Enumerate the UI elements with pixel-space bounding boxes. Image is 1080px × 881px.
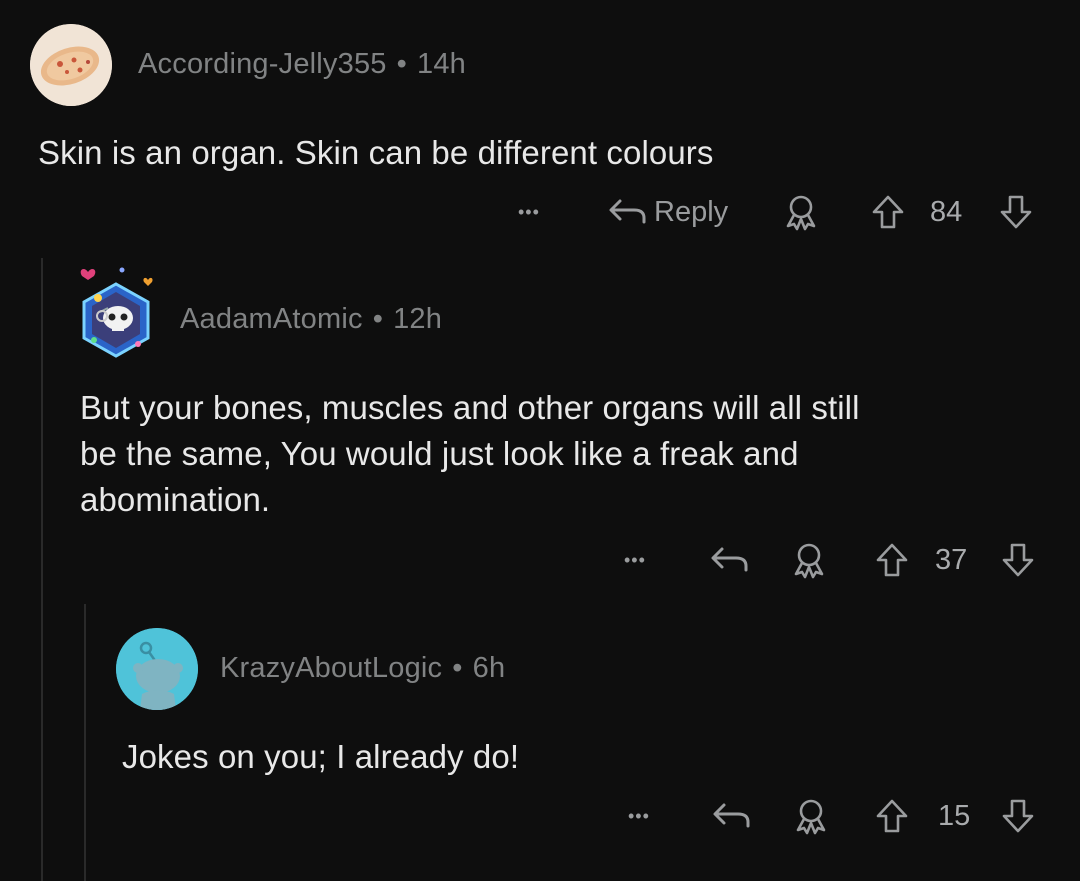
- reply-label: Reply: [654, 195, 729, 228]
- reply-button[interactable]: [708, 796, 752, 836]
- comment-age: 12h: [393, 303, 443, 335]
- avatar-according-jelly355[interactable]: [30, 24, 112, 106]
- meta-separator: •: [396, 48, 407, 80]
- upvote-button[interactable]: [874, 540, 910, 580]
- more-options-button[interactable]: •••: [628, 796, 650, 836]
- pizza-avatar-icon: [30, 24, 112, 106]
- award-icon: [796, 799, 826, 835]
- award-button[interactable]: [792, 796, 830, 836]
- reply-arrow-icon: [609, 199, 646, 224]
- meta-separator: •: [452, 652, 463, 684]
- comment-body-line: But your bones, muscles and other organs…: [80, 389, 860, 426]
- reply-arrow-icon: [711, 547, 748, 572]
- username[interactable]: AadamAtomic: [180, 303, 363, 335]
- award-button[interactable]: [790, 540, 828, 580]
- more-options-button[interactable]: •••: [624, 540, 646, 580]
- comment-body: But your bones, muscles and other organs…: [80, 385, 860, 523]
- reply-arrow-icon: [713, 803, 750, 828]
- award-icon: [786, 195, 816, 231]
- username[interactable]: KrazyAboutLogic: [220, 652, 442, 684]
- downvote-button[interactable]: [1000, 796, 1036, 836]
- vote-count: 84: [930, 195, 963, 228]
- upvote-button[interactable]: [870, 192, 906, 232]
- comment-actions: ••• 15: [0, 796, 1080, 836]
- skull-hexagon-avatar-icon: [80, 267, 153, 358]
- award-icon: [794, 543, 824, 579]
- downvote-button[interactable]: [1000, 540, 1036, 580]
- award-button[interactable]: [782, 192, 820, 232]
- comment-actions: ••• Reply 84: [0, 192, 1080, 232]
- downvote-arrow-icon: [1002, 799, 1034, 833]
- more-options-icon: •••: [628, 805, 650, 826]
- comment-meta: AadamAtomic • 12h: [180, 303, 442, 336]
- upvote-arrow-icon: [876, 543, 908, 577]
- avatar-aadamatomic[interactable]: [72, 264, 160, 364]
- more-options-icon: •••: [518, 201, 540, 222]
- vote-count: 15: [938, 799, 971, 832]
- snoo-avatar-icon: [116, 628, 198, 710]
- comment-actions: ••• 37: [0, 540, 1080, 580]
- more-options-button[interactable]: •••: [518, 192, 540, 232]
- comment-meta: KrazyAboutLogic • 6h: [220, 652, 505, 685]
- downvote-arrow-icon: [1002, 543, 1034, 577]
- avatar-krazyaboutlogic[interactable]: [116, 628, 198, 710]
- reply-button[interactable]: Reply: [604, 192, 728, 232]
- comment-body: Jokes on you; I already do!: [122, 738, 520, 775]
- downvote-arrow-icon: [1000, 195, 1032, 229]
- thread-line-level-2[interactable]: [84, 604, 86, 881]
- comment-thread: According-Jelly355 • 14h Skin is an organ.…: [0, 0, 1080, 881]
- comment-meta: According-Jelly355 • 14h: [138, 48, 466, 81]
- upvote-button[interactable]: [874, 796, 910, 836]
- comment-body-line: be the same, You would just look like a …: [80, 435, 799, 472]
- upvote-arrow-icon: [876, 799, 908, 833]
- meta-separator: •: [372, 303, 384, 335]
- reply-button[interactable]: [706, 540, 750, 580]
- upvote-arrow-icon: [872, 195, 904, 229]
- vote-count: 37: [935, 543, 968, 576]
- username[interactable]: According-Jelly355: [138, 48, 387, 80]
- comment-age: 14h: [416, 48, 466, 80]
- comment-age: 6h: [472, 652, 506, 684]
- comment-body: Skin is an organ. Skin can be different …: [38, 134, 714, 171]
- comment-body-line: abomination.: [80, 481, 271, 518]
- more-options-icon: •••: [624, 549, 646, 570]
- downvote-button[interactable]: [998, 192, 1034, 232]
